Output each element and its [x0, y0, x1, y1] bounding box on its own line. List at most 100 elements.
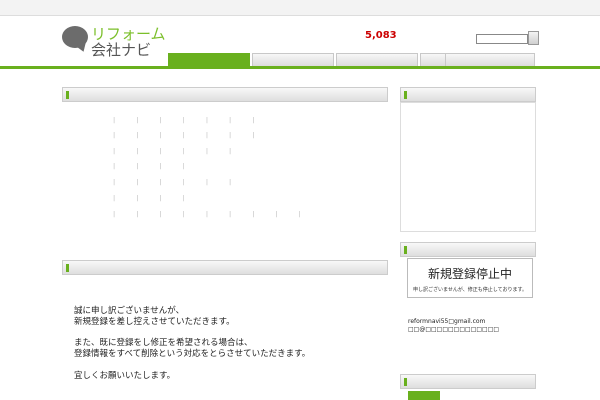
sitemap-link[interactable]	[514, 3, 536, 13]
area-link[interactable]	[118, 147, 133, 156]
sidebar-heading-3	[400, 374, 536, 389]
top-bar	[0, 0, 600, 16]
separator: |	[113, 210, 116, 218]
area-row-links: | | | | | | |	[110, 131, 272, 140]
area-link[interactable]	[118, 194, 133, 203]
area-link[interactable]	[141, 147, 156, 156]
separator: |	[182, 116, 185, 124]
sidebar-badge[interactable]	[408, 391, 440, 400]
area-row-label	[72, 116, 108, 126]
separator: |	[229, 131, 232, 139]
separator: |	[229, 147, 232, 155]
area-link[interactable]	[234, 210, 249, 219]
area-row-label	[72, 147, 108, 157]
separator: |	[229, 116, 232, 124]
area-link[interactable]	[141, 194, 156, 203]
page: リフォーム 会社ナビ 5,083 | | | | | | | | | | | | | | | | | | | | | | |…	[0, 0, 600, 400]
area-link[interactable]	[118, 131, 133, 140]
area-link[interactable]	[304, 210, 319, 219]
area-link[interactable]	[165, 116, 180, 125]
area-link[interactable]	[188, 178, 203, 187]
area-link[interactable]	[165, 210, 180, 219]
area-row-links: | | | |	[110, 162, 203, 171]
separator: |	[182, 162, 185, 170]
separator: |	[136, 131, 139, 139]
area-link[interactable]	[211, 210, 226, 219]
breadcrumb-right-link[interactable]	[514, 74, 536, 83]
separator: |	[182, 210, 185, 218]
area-link[interactable]	[141, 116, 156, 125]
area-link[interactable]	[188, 131, 203, 140]
separator: |	[159, 162, 162, 170]
registered-count: 5,083	[365, 30, 397, 41]
nav-tab-5[interactable]	[445, 53, 535, 66]
area-link[interactable]	[141, 131, 156, 140]
notice-line: 宜しくお願いいたします。	[74, 371, 176, 381]
area-link[interactable]	[188, 194, 203, 203]
area-link[interactable]	[211, 116, 226, 125]
area-link[interactable]	[257, 210, 272, 219]
area-row-label	[72, 210, 108, 220]
separator: |	[205, 131, 209, 139]
separator: |	[159, 147, 162, 155]
area-link[interactable]	[118, 162, 133, 171]
separator: |	[159, 194, 162, 202]
area-link[interactable]	[211, 131, 226, 140]
area-link[interactable]	[188, 147, 203, 156]
area-link[interactable]	[141, 162, 156, 171]
area-link[interactable]	[165, 162, 180, 171]
search-input[interactable]	[476, 34, 528, 44]
area-row-links: | | | | | | |	[110, 116, 272, 125]
area-link[interactable]	[234, 147, 249, 156]
nav-tab-3[interactable]	[336, 53, 418, 66]
separator: |	[298, 210, 301, 218]
area-link[interactable]	[188, 116, 203, 125]
area-link[interactable]	[234, 178, 249, 187]
contact-line	[408, 334, 536, 343]
separator: |	[113, 194, 116, 202]
separator: |	[252, 210, 255, 218]
nav-underline	[0, 66, 600, 69]
area-link[interactable]	[234, 116, 249, 125]
area-row-links: | | | | | | | | |	[110, 210, 319, 219]
area-link[interactable]	[211, 178, 226, 187]
separator: |	[229, 178, 232, 186]
notice-line: 新規登録を差し控えさせていただきます。	[74, 317, 235, 327]
area-link[interactable]	[188, 162, 203, 171]
area-link[interactable]	[165, 131, 180, 140]
separator: |	[205, 178, 209, 186]
separator: |	[205, 147, 209, 155]
area-link[interactable]	[281, 210, 296, 219]
area-link[interactable]	[211, 147, 226, 156]
area-row-label	[72, 131, 108, 141]
area-row-label	[72, 194, 108, 204]
contact-line	[408, 351, 536, 360]
area-link[interactable]	[234, 131, 249, 140]
separator: |	[252, 131, 255, 139]
area-link[interactable]	[165, 178, 180, 187]
search-button[interactable]	[528, 31, 539, 45]
area-link[interactable]	[118, 178, 133, 187]
area-search-heading	[62, 87, 388, 102]
area-link[interactable]	[118, 116, 133, 125]
area-link[interactable]	[165, 194, 180, 203]
area-link[interactable]	[165, 147, 180, 156]
separator: |	[182, 194, 185, 202]
nav-tab-2[interactable]	[252, 53, 334, 66]
area-link[interactable]	[141, 210, 156, 219]
separator: |	[113, 131, 116, 139]
separator: |	[182, 178, 185, 186]
area-link[interactable]	[118, 210, 133, 219]
nav-tab-home[interactable]	[168, 53, 250, 66]
area-link[interactable]	[141, 178, 156, 187]
separator: |	[136, 116, 139, 124]
notice-line: 登録情報をすべて削除という対応をとらさせていただきます。	[74, 349, 311, 359]
area-link[interactable]	[257, 131, 272, 140]
separator: |	[159, 210, 162, 218]
separator: |	[205, 210, 209, 218]
area-link[interactable]	[188, 210, 203, 219]
area-row-label	[72, 178, 108, 188]
area-link[interactable]	[257, 116, 272, 125]
separator: |	[136, 178, 139, 186]
site-logo[interactable]: リフォーム 会社ナビ	[62, 24, 182, 59]
